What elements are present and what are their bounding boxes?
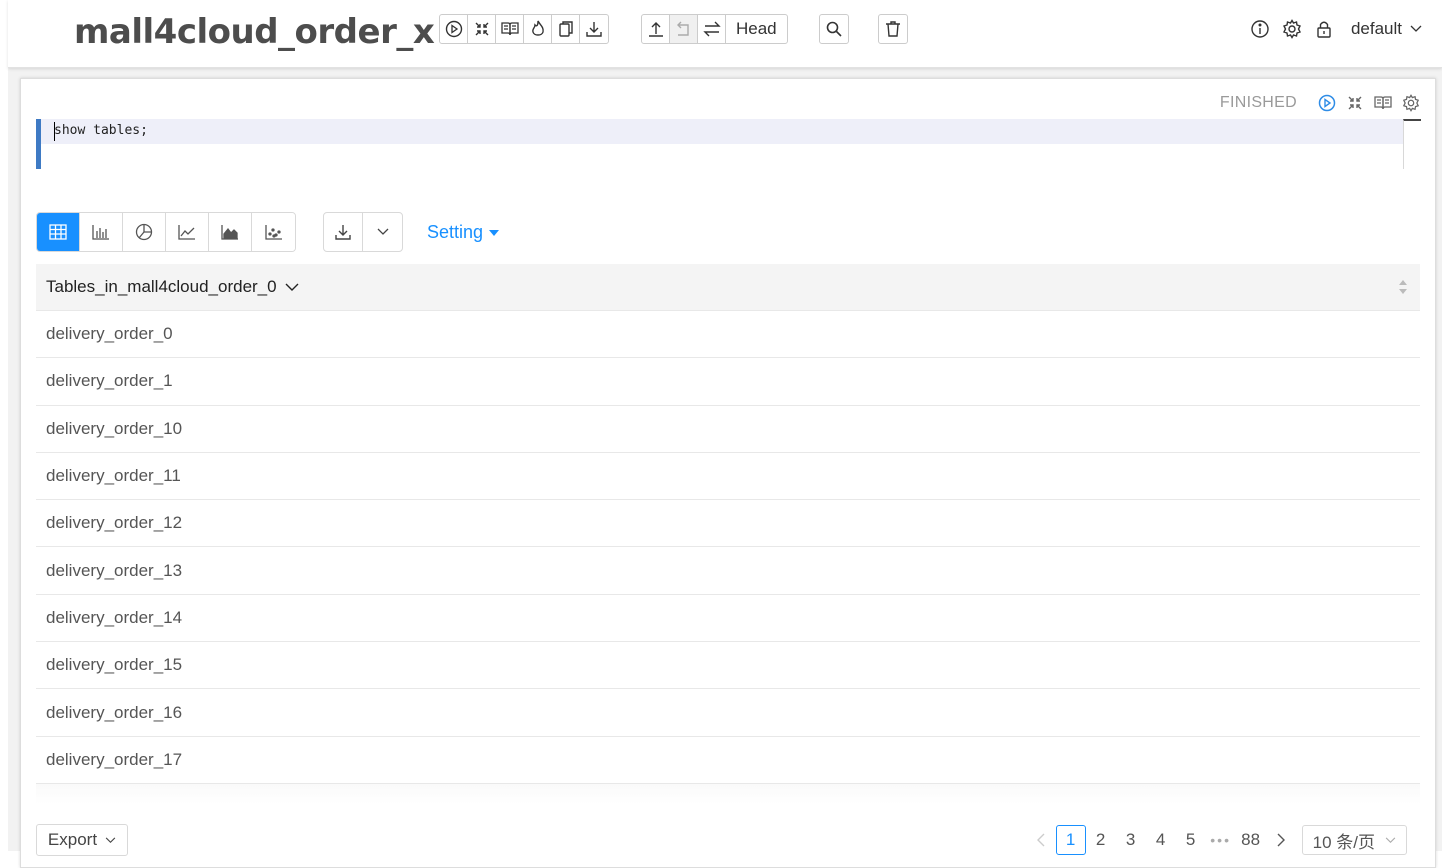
area-chart-icon[interactable] (209, 213, 252, 251)
table-cell: delivery_order_10 (46, 418, 183, 438)
bar-chart-icon[interactable] (80, 213, 123, 251)
sort-icon[interactable] (1398, 278, 1408, 296)
table-row: delivery_order_10 (36, 406, 1420, 453)
table-header: Tables_in_mall4cloud_order_0 (36, 264, 1420, 311)
setting-label: Setting (427, 222, 484, 242)
gear-icon[interactable] (1281, 18, 1303, 40)
table-cell: delivery_order_17 (46, 749, 183, 769)
notebook-header: mall4cloud_order_x Head default (8, 0, 1442, 68)
table-row: delivery_order_17 (36, 737, 1420, 784)
table-cell: delivery_order_15 (46, 655, 183, 675)
table-cell: delivery_order_0 (46, 324, 173, 344)
paragraph-settings-icon[interactable] (1401, 93, 1421, 113)
notebook-action-group (439, 14, 609, 44)
export-label: Export (47, 830, 98, 849)
table-row: delivery_order_1 (36, 358, 1420, 406)
setting-toggle[interactable]: Setting (427, 222, 500, 243)
table-cell: delivery_order_16 (46, 702, 183, 722)
toggle-editor-icon[interactable] (1345, 93, 1365, 113)
trash-icon[interactable] (879, 15, 907, 43)
chevron-down-icon (1410, 25, 1422, 33)
export-icon[interactable] (580, 15, 608, 43)
show-hide-output-icon[interactable] (496, 15, 524, 43)
clone-icon[interactable] (552, 15, 580, 43)
toggle-output-icon[interactable] (1373, 93, 1393, 113)
editor-scrollbar[interactable] (1403, 119, 1421, 169)
show-hide-code-icon[interactable] (468, 15, 496, 43)
table-icon[interactable] (37, 213, 80, 251)
download-group (323, 212, 403, 252)
table-cell: delivery_order_12 (46, 513, 183, 533)
table-cell: delivery_order_1 (46, 371, 173, 391)
line-chart-icon[interactable] (166, 213, 209, 251)
paragraph-card: FINISHED show tables; Setting Tables_in_… (20, 78, 1436, 868)
lock-icon[interactable] (1313, 18, 1335, 40)
column-header-label: Tables_in_mall4cloud_order_0 (46, 277, 277, 296)
download-icon[interactable] (324, 213, 363, 251)
column-menu-chevron-icon[interactable] (285, 283, 299, 292)
commit-icon[interactable] (642, 15, 670, 43)
download-options-chevron-icon[interactable] (363, 213, 402, 251)
run-paragraph-icon[interactable] (1317, 93, 1337, 113)
revert-icon[interactable] (670, 15, 698, 43)
version-head-button[interactable]: Head (726, 15, 787, 43)
editor-code[interactable]: show tables; (54, 123, 148, 138)
paragraph-status: FINISHED (1219, 94, 1297, 111)
clear-output-icon[interactable] (524, 15, 552, 43)
table-row: delivery_order_13 (36, 547, 1420, 595)
scatter-chart-icon[interactable] (252, 213, 295, 251)
compare-icon[interactable] (698, 15, 726, 43)
table-row: delivery_order_11 (36, 453, 1420, 501)
editor-cursor (54, 122, 55, 141)
interpreter-binding-dropdown[interactable]: default (1351, 19, 1422, 39)
table-row: delivery_order_0 (36, 311, 1420, 359)
table-cell: delivery_order_13 (46, 560, 183, 580)
export-dropdown[interactable]: Export (36, 824, 128, 856)
table-row: delivery_order_12 (36, 500, 1420, 548)
header-right-tools: default (1249, 14, 1422, 44)
column-header[interactable]: Tables_in_mall4cloud_order_0 (46, 277, 299, 297)
page-size-label: 10 条/页 (1312, 832, 1375, 852)
info-icon[interactable] (1249, 18, 1271, 40)
caret-down-icon (489, 229, 500, 236)
paragraph-controls: FINISHED (1220, 91, 1421, 115)
notebook-title[interactable]: mall4cloud_order_x (74, 12, 435, 52)
search-icon[interactable] (820, 15, 848, 43)
visualization-switcher (36, 212, 296, 252)
table-body: delivery_order_0 delivery_order_1 delivery… (36, 311, 1420, 784)
table-cell: delivery_order_11 (46, 466, 181, 486)
search-button[interactable] (819, 14, 849, 44)
result-table: Tables_in_mall4cloud_order_0 delivery_or… (36, 264, 1420, 804)
table-row: delivery_order_14 (36, 595, 1420, 643)
version-control-group: Head (641, 14, 788, 44)
chevron-down-icon (1385, 836, 1396, 844)
table-cell: delivery_order_14 (46, 607, 183, 627)
code-editor[interactable]: show tables; (36, 119, 1404, 169)
delete-button[interactable] (878, 14, 908, 44)
pagination: 12345 ••• 88 10 条/页 (1026, 824, 1407, 856)
run-all-icon[interactable] (440, 15, 468, 43)
pie-chart-icon[interactable] (123, 213, 166, 251)
table-row: delivery_order_16 (36, 689, 1420, 737)
table-scroll-shadow (36, 783, 1420, 804)
editor-active-line (41, 119, 1404, 144)
chevron-down-icon (105, 836, 116, 844)
profile-label: default (1350, 19, 1402, 38)
table-row: delivery_order_15 (36, 642, 1420, 690)
